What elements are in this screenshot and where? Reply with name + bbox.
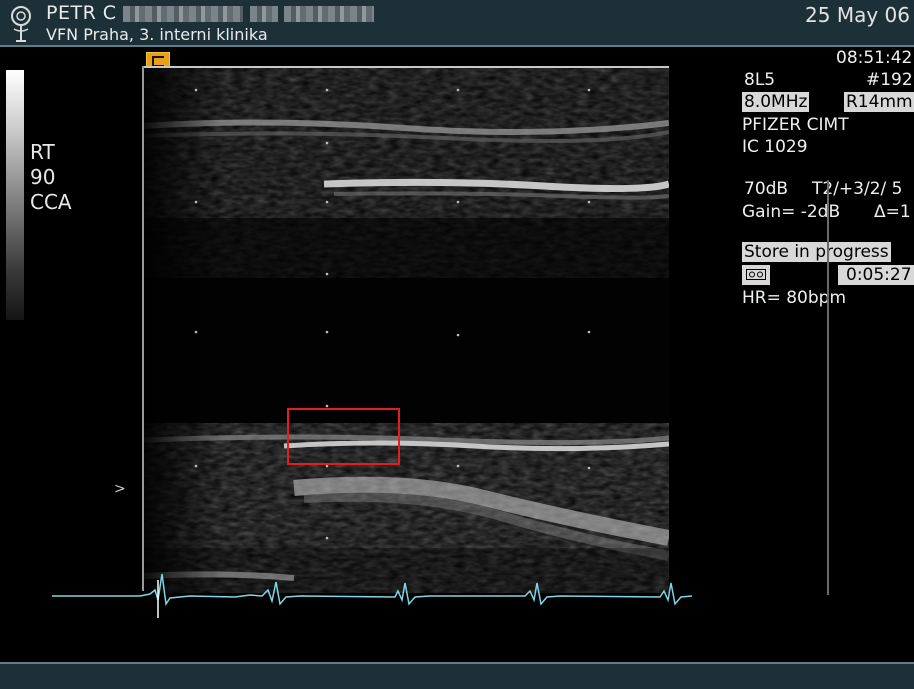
dynamic-range: 70dB (744, 179, 789, 199)
delta-value: Δ=1 (874, 202, 911, 222)
angle-label: 90 (30, 165, 56, 189)
grayscale-bar (6, 70, 24, 320)
image-number: #192 (866, 70, 913, 90)
redacted-surname (123, 5, 244, 22)
hospital-name: VFN Praha, 3. interni klinika (46, 25, 268, 44)
probe-name: 8L5 (744, 70, 776, 90)
imaging-mode: T2/+3/2/ 5 (812, 179, 903, 199)
range-value: R14mm (844, 92, 914, 112)
store-status: Store in progress (742, 242, 891, 262)
redacted-id (284, 5, 375, 22)
scan-position-line (827, 180, 829, 595)
exam-date: 25 May 06 (805, 3, 910, 27)
ultrasound-image[interactable] (144, 68, 669, 593)
elapsed-time: 0:05:27 (838, 265, 914, 285)
study-id: IC 1029 (742, 137, 808, 157)
patient-name: PETR C (46, 2, 375, 24)
clock-time: 08:51:42 (836, 48, 913, 68)
patient-name-text: PETR C (46, 2, 117, 24)
side-label: RT (30, 140, 55, 164)
redacted-field (249, 5, 278, 22)
header-divider (0, 45, 914, 47)
heart-rate: HR= 80bpm (742, 288, 847, 308)
cassette-icon (742, 265, 770, 285)
ecg-trace (52, 573, 693, 618)
footer-bar (0, 662, 914, 689)
imt-measurement-box[interactable] (287, 408, 400, 465)
cine-marker-icon[interactable] (146, 52, 170, 67)
gain-value: Gain= -2dB (742, 202, 841, 222)
frequency-value: 8.0MHz (742, 92, 810, 112)
vessel-label: CCA (30, 190, 72, 214)
focus-marker-icon: > (114, 481, 126, 497)
ge-logo-icon (11, 6, 31, 42)
ultrasound-bmode (144, 68, 669, 593)
study-name: PFIZER CIMT (742, 115, 849, 135)
